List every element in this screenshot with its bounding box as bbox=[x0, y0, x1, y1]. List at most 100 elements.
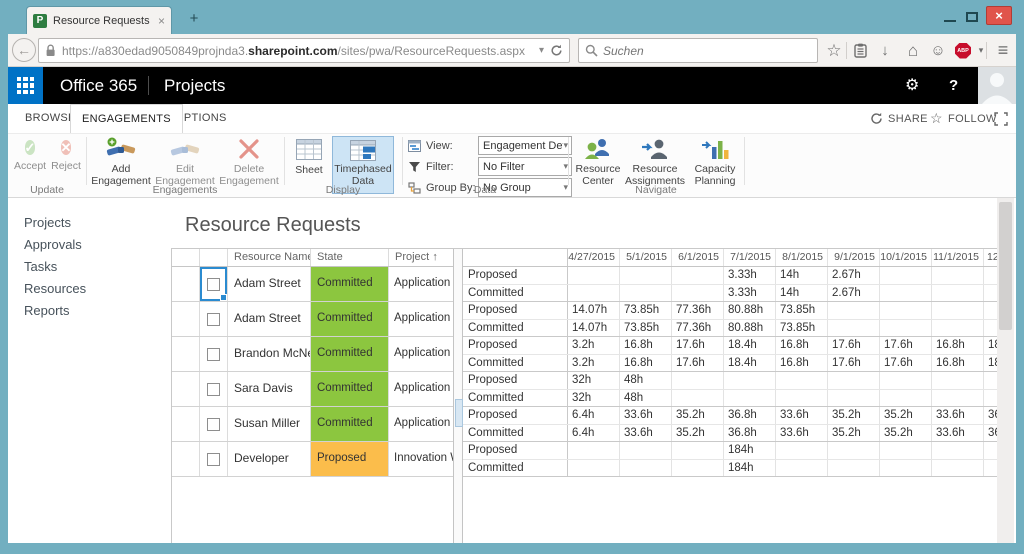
timephased-value-cell[interactable]: 33.6h bbox=[776, 407, 828, 424]
timephased-value-cell[interactable]: 80.88h bbox=[724, 302, 776, 319]
timephased-value-cell[interactable] bbox=[880, 372, 932, 389]
timephased-value-cell[interactable]: 35.2h bbox=[880, 407, 932, 424]
timephased-value-cell[interactable]: 33.6h bbox=[776, 425, 828, 442]
date-column-header[interactable]: 10/1/2015 bbox=[880, 249, 932, 266]
focus-mode-button[interactable] bbox=[994, 104, 1008, 133]
timephased-value-cell[interactable] bbox=[776, 442, 828, 459]
timephased-value-cell[interactable] bbox=[984, 442, 997, 459]
timephased-value-cell[interactable]: 3.2h bbox=[568, 337, 620, 354]
sidebar-item-projects[interactable]: Projects bbox=[24, 216, 164, 229]
timephased-value-cell[interactable] bbox=[932, 460, 984, 477]
timephased-value-cell[interactable]: 6.4h bbox=[568, 407, 620, 424]
date-column-header[interactable]: 4/27/2015 bbox=[568, 249, 620, 266]
resource-row[interactable]: Adam StreetCommittedApplication Infi bbox=[172, 302, 453, 337]
checkbox-cell[interactable] bbox=[200, 302, 228, 336]
timephased-value-cell[interactable]: 33.6h bbox=[620, 407, 672, 424]
timephased-value-cell[interactable] bbox=[880, 320, 932, 337]
resource-name-cell[interactable]: Adam Street bbox=[228, 267, 311, 301]
timephased-value-cell[interactable]: 14h bbox=[776, 285, 828, 302]
row-checkbox[interactable] bbox=[207, 348, 220, 361]
timephased-value-cell[interactable]: 77.36h bbox=[672, 302, 724, 319]
project-cell[interactable]: Application Infi bbox=[389, 267, 453, 301]
timephased-value-cell[interactable]: 17.6h bbox=[672, 355, 724, 372]
timephased-value-cell[interactable] bbox=[828, 302, 880, 319]
checkbox-cell[interactable] bbox=[200, 407, 228, 441]
timephased-value-cell[interactable] bbox=[568, 285, 620, 302]
timephased-value-cell[interactable] bbox=[880, 390, 932, 407]
resource-row[interactable]: DeveloperProposedInnovation Wo bbox=[172, 442, 453, 477]
timephased-value-cell[interactable] bbox=[984, 320, 997, 337]
scrollbar-thumb[interactable] bbox=[999, 202, 1012, 330]
reload-icon[interactable] bbox=[550, 44, 563, 57]
timephased-value-cell[interactable]: 3.33h bbox=[724, 267, 776, 284]
resource-name-cell[interactable]: Susan Miller bbox=[228, 407, 311, 441]
home-icon[interactable]: ⌂ bbox=[902, 34, 924, 67]
date-column-header[interactable]: 12 bbox=[984, 249, 997, 266]
timephased-value-cell[interactable]: 17.6h bbox=[880, 337, 932, 354]
timephased-value-cell[interactable] bbox=[776, 390, 828, 407]
tab-close-icon[interactable]: × bbox=[158, 14, 165, 28]
timephased-value-cell[interactable] bbox=[672, 390, 724, 407]
help-icon[interactable]: ? bbox=[949, 67, 958, 104]
date-column-header[interactable]: 9/1/2015 bbox=[828, 249, 880, 266]
timephased-value-cell[interactable] bbox=[672, 372, 724, 389]
share-button[interactable]: SHARE bbox=[870, 104, 928, 133]
checkbox-cell[interactable] bbox=[200, 372, 228, 406]
timephased-value-cell[interactable]: 184h bbox=[724, 442, 776, 459]
timephased-value-cell[interactable]: 16.8h bbox=[932, 355, 984, 372]
project-cell[interactable]: Application Infi bbox=[389, 302, 453, 336]
timephased-value-cell[interactable]: 18.4h bbox=[724, 355, 776, 372]
timephased-value-cell[interactable]: 35.2h bbox=[828, 425, 880, 442]
timephased-value-cell[interactable] bbox=[776, 372, 828, 389]
column-header-resource-name[interactable]: Resource Name bbox=[228, 249, 311, 266]
timephased-value-cell[interactable]: 17.6h bbox=[828, 337, 880, 354]
sidebar-item-resources[interactable]: Resources bbox=[24, 282, 164, 295]
timephased-value-cell[interactable] bbox=[984, 285, 997, 302]
row-checkbox[interactable] bbox=[207, 313, 220, 326]
state-cell[interactable]: Committed bbox=[311, 267, 389, 301]
timephased-value-cell[interactable]: 18.4h bbox=[724, 337, 776, 354]
timephased-value-cell[interactable]: 33.6h bbox=[932, 407, 984, 424]
timephased-value-cell[interactable] bbox=[984, 390, 997, 407]
timephased-value-cell[interactable] bbox=[776, 460, 828, 477]
url-dropdown-icon[interactable]: ▾ bbox=[539, 45, 544, 56]
date-column-header[interactable]: 8/1/2015 bbox=[776, 249, 828, 266]
state-cell[interactable]: Proposed bbox=[311, 442, 389, 476]
timephased-value-cell[interactable]: 73.85h bbox=[620, 320, 672, 337]
grid-splitter[interactable] bbox=[453, 249, 463, 544]
timephased-value-cell[interactable]: 16.8h bbox=[620, 337, 672, 354]
resource-name-cell[interactable]: Developer bbox=[228, 442, 311, 476]
timephased-value-cell[interactable]: 33.6h bbox=[932, 425, 984, 442]
timephased-value-cell[interactable]: 16.8h bbox=[620, 355, 672, 372]
timephased-value-cell[interactable] bbox=[672, 460, 724, 477]
timephased-value-cell[interactable]: 48h bbox=[620, 372, 672, 389]
accept-button[interactable]: ✓ Accept bbox=[14, 136, 46, 172]
timephased-value-cell[interactable] bbox=[880, 442, 932, 459]
row-checkbox[interactable] bbox=[207, 383, 220, 396]
resource-assignments-button[interactable]: Resource Assignments bbox=[624, 136, 686, 187]
timephased-value-cell[interactable]: 35.2h bbox=[672, 407, 724, 424]
timephased-value-cell[interactable]: 36.8h bbox=[724, 407, 776, 424]
timephased-value-cell[interactable] bbox=[724, 390, 776, 407]
timephased-value-cell[interactable] bbox=[932, 302, 984, 319]
search-input[interactable] bbox=[603, 44, 783, 58]
column-header-project[interactable]: Project ↑ bbox=[389, 249, 453, 266]
timephased-value-cell[interactable]: 32h bbox=[568, 390, 620, 407]
timephased-value-cell[interactable]: 35.2h bbox=[672, 425, 724, 442]
timephased-value-cell[interactable]: 18 bbox=[984, 355, 997, 372]
timephased-value-cell[interactable] bbox=[568, 460, 620, 477]
timephased-value-cell[interactable]: 18 bbox=[984, 337, 997, 354]
state-cell[interactable]: Committed bbox=[311, 337, 389, 371]
timephased-value-cell[interactable] bbox=[828, 372, 880, 389]
timephased-value-cell[interactable] bbox=[672, 267, 724, 284]
timephased-value-cell[interactable]: 6.4h bbox=[568, 425, 620, 442]
timephased-value-cell[interactable] bbox=[984, 302, 997, 319]
sidebar-item-approvals[interactable]: Approvals bbox=[24, 238, 164, 251]
timephased-value-cell[interactable]: 35.2h bbox=[828, 407, 880, 424]
resource-row[interactable]: Brandon McNeeCommittedApplication Infi bbox=[172, 337, 453, 372]
vertical-scrollbar[interactable] bbox=[997, 198, 1014, 543]
timephased-value-cell[interactable] bbox=[620, 267, 672, 284]
bookmarks-panel-icon[interactable] bbox=[849, 34, 871, 67]
downloads-icon[interactable]: ↓ bbox=[874, 34, 896, 67]
timephased-value-cell[interactable] bbox=[880, 285, 932, 302]
